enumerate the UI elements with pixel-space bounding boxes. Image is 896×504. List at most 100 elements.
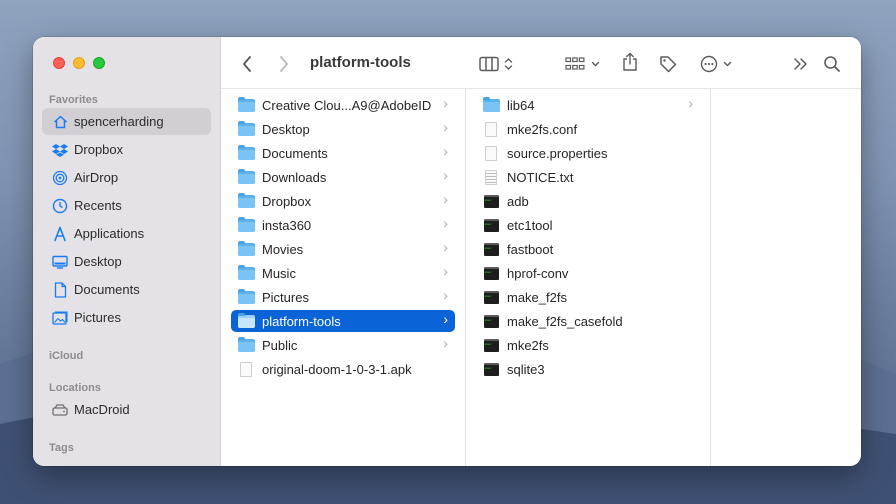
- updown-chevron-icon: [504, 57, 513, 71]
- executable-icon: [482, 217, 500, 233]
- list-item[interactable]: Downloads ›: [231, 166, 455, 188]
- item-label: Pictures: [262, 289, 309, 305]
- list-item[interactable]: mke2fs: [476, 334, 700, 356]
- chevron-right-icon: ›: [688, 95, 693, 111]
- toolbar-overflow-button[interactable]: [793, 53, 809, 75]
- item-label: source.properties: [507, 145, 608, 161]
- executable-icon: [482, 193, 500, 209]
- list-item[interactable]: NOTICE.txt: [476, 166, 700, 188]
- list-item[interactable]: Desktop ›: [231, 118, 455, 140]
- item-label: original-doom-1-0-3-1.apk: [262, 361, 412, 377]
- item-label: fastboot: [507, 241, 554, 257]
- sidebar-item-label: AirDrop: [74, 170, 119, 185]
- list-item[interactable]: Creative Clou...A9@AdobeID ›: [231, 94, 455, 116]
- sidebar-item-documents[interactable]: Documents: [42, 276, 211, 303]
- sidebar-heading-tags[interactable]: Tags: [49, 442, 74, 454]
- sidebar-heading-locations[interactable]: Locations: [49, 382, 101, 394]
- item-label: make_f2fs: [507, 289, 567, 305]
- item-label: make_f2fs_casefold: [507, 313, 623, 329]
- chevron-right-icon: ›: [443, 215, 448, 231]
- folder-icon: [237, 192, 255, 209]
- item-label: Creative Clou...A9@AdobeID: [262, 97, 432, 113]
- sidebar-heading-icloud[interactable]: iCloud: [49, 350, 83, 362]
- forward-button[interactable]: [278, 53, 290, 75]
- finder-window: Favorites spencerharding Dropbox AirDrop…: [33, 37, 861, 466]
- sidebar-item-dropbox[interactable]: Dropbox: [42, 136, 211, 163]
- list-item[interactable]: Documents ›: [231, 142, 455, 164]
- back-button[interactable]: [241, 53, 253, 75]
- list-item[interactable]: fastboot: [476, 238, 700, 260]
- view-mode-button[interactable]: [479, 53, 513, 75]
- chevron-right-icon: ›: [443, 263, 448, 279]
- tags-button[interactable]: [658, 53, 678, 75]
- column-home[interactable]: Creative Clou...A9@AdobeID › Desktop › Docum…: [221, 89, 466, 466]
- list-item[interactable]: lib64 ›: [476, 94, 700, 116]
- file-icon: [482, 145, 500, 161]
- chevron-right-icon: [278, 55, 290, 73]
- action-menu-button[interactable]: [700, 53, 732, 75]
- column-empty: [711, 89, 861, 466]
- item-label: Music: [262, 265, 296, 281]
- executable-icon: [482, 265, 500, 281]
- executable-icon: [482, 289, 500, 305]
- chevron-right-icon: ›: [443, 335, 448, 351]
- sidebar-item-recents[interactable]: Recents: [42, 192, 211, 219]
- list-item[interactable]: make_f2fs: [476, 286, 700, 308]
- chevron-right-icon: ›: [443, 311, 448, 327]
- item-label: hprof-conv: [507, 265, 569, 281]
- list-item[interactable]: etc1tool: [476, 214, 700, 236]
- chevron-right-icon: ›: [443, 95, 448, 111]
- group-button[interactable]: [565, 53, 600, 75]
- list-item[interactable]: adb: [476, 190, 700, 212]
- toolbar: platform-tools: [221, 37, 861, 89]
- executable-icon: [482, 361, 500, 377]
- sidebar-item-applications[interactable]: Applications: [42, 220, 211, 247]
- sidebar-item-pictures[interactable]: Pictures: [42, 304, 211, 331]
- column-browser: Creative Clou...A9@AdobeID › Desktop › Docum…: [221, 89, 861, 466]
- item-label: platform-tools: [262, 313, 341, 329]
- search-button[interactable]: [823, 53, 841, 75]
- column-platform-tools[interactable]: lib64 › mke2fs.conf source.properties NOTICE…: [466, 89, 711, 466]
- list-item[interactable]: Music ›: [231, 262, 455, 284]
- zoom-button[interactable]: [93, 57, 105, 69]
- list-item[interactable]: original-doom-1-0-3-1.apk: [231, 358, 455, 380]
- chevron-right-icon: ›: [443, 167, 448, 183]
- list-item[interactable]: hprof-conv: [476, 262, 700, 284]
- item-label: adb: [507, 193, 529, 209]
- window-title: platform-tools: [310, 54, 411, 71]
- sidebar-item-airdrop[interactable]: AirDrop: [42, 164, 211, 191]
- list-item[interactable]: source.properties: [476, 142, 700, 164]
- share-button[interactable]: [622, 51, 638, 73]
- list-item[interactable]: Dropbox ›: [231, 190, 455, 212]
- folder-icon: [237, 144, 255, 161]
- main-area: platform-tools Creative Clou...A9@AdobeI…: [221, 37, 861, 466]
- list-item[interactable]: make_f2fs_casefold: [476, 310, 700, 332]
- sidebar-item-label: Dropbox: [74, 142, 124, 157]
- sidebar-item-desktop[interactable]: Desktop: [42, 248, 211, 275]
- list-item[interactable]: Movies ›: [231, 238, 455, 260]
- item-label: Public: [262, 337, 298, 353]
- sidebar-item-home[interactable]: spencerharding: [42, 108, 211, 135]
- chevron-right-icon: ›: [443, 119, 448, 135]
- text-file-icon: [482, 169, 500, 185]
- list-item[interactable]: sqlite3: [476, 358, 700, 380]
- list-item[interactable]: insta360 ›: [231, 214, 455, 236]
- list-item[interactable]: mke2fs.conf: [476, 118, 700, 140]
- minimize-button[interactable]: [73, 57, 85, 69]
- folder-icon: [237, 240, 255, 257]
- item-label: lib64: [507, 97, 535, 113]
- sidebar-item-label: Pictures: [74, 310, 121, 325]
- airdrop-icon: [52, 170, 68, 186]
- item-label: Desktop: [262, 121, 310, 137]
- close-button[interactable]: [53, 57, 65, 69]
- document-icon: [52, 281, 68, 298]
- list-item[interactable]: platform-tools ›: [231, 310, 455, 332]
- sidebar-item-label: spencerharding: [74, 114, 164, 129]
- list-item[interactable]: Public ›: [231, 334, 455, 356]
- share-icon: [622, 52, 638, 72]
- sidebar-item-label: MacDroid: [74, 402, 130, 417]
- sidebar-item-macdroid[interactable]: MacDroid: [42, 396, 211, 423]
- home-icon: [52, 114, 68, 130]
- pictures-icon: [52, 310, 68, 326]
- list-item[interactable]: Pictures ›: [231, 286, 455, 308]
